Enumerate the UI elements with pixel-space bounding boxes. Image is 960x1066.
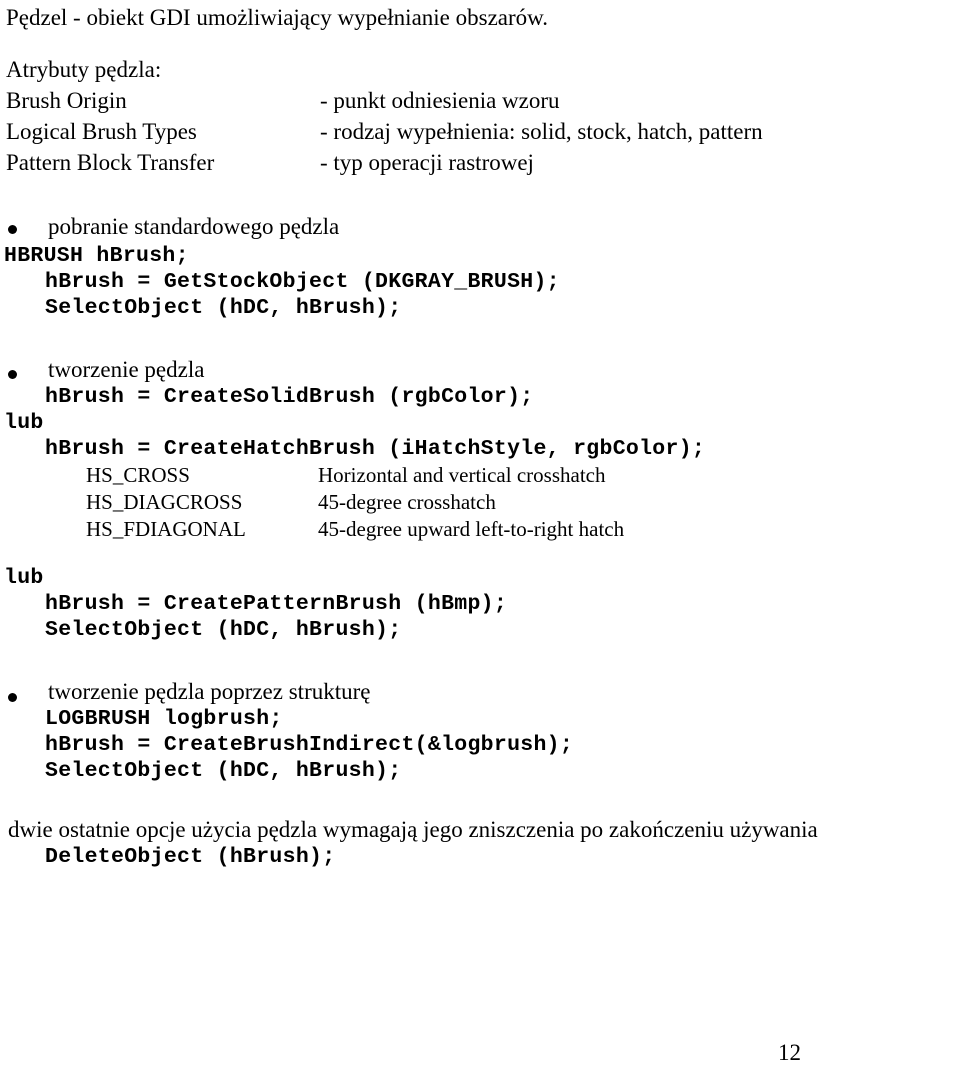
attribute-description-pattern-block-transfer: - typ operacji rastrowej xyxy=(320,150,534,175)
hatch-style-name-hs-fdiagonal: HS_FDIAGONAL xyxy=(86,517,246,541)
code-line-createbrushindirect: hBrush = CreateBrushIndirect(&logbrush); xyxy=(45,733,574,757)
keyword-lub-pattern: lub xyxy=(4,566,44,590)
code-line-deleteobject: DeleteObject (hBrush); xyxy=(45,845,336,869)
code-line-selectobject-indirect: SelectObject (hDC, hBrush); xyxy=(45,759,402,783)
bullet-label-create-brush: tworzenie pędzla xyxy=(48,357,205,382)
code-line-createhatchbrush: hBrush = CreateHatchBrush (iHatchStyle, … xyxy=(45,437,706,461)
page-number: 12 xyxy=(778,1040,801,1065)
bullet-point-icon xyxy=(8,693,17,702)
attribute-term-logical-brush-types: Logical Brush Types xyxy=(6,119,197,144)
code-line-createpatternbrush: hBrush = CreatePatternBrush (hBmp); xyxy=(45,592,508,616)
attribute-term-brush-origin: Brush Origin xyxy=(6,88,127,113)
bullet-point-icon xyxy=(8,370,17,379)
cleanup-note: dwie ostatnie opcje użycia pędzla wymaga… xyxy=(8,817,818,842)
slide-page: Pędzel - obiekt GDI umożliwiający wypełn… xyxy=(0,0,960,1066)
code-line-logbrush-declaration: LOGBRUSH logbrush; xyxy=(45,707,283,731)
keyword-lub-solid-hatch: lub xyxy=(4,411,44,435)
page-title: Pędzel - obiekt GDI umożliwiający wypełn… xyxy=(6,5,549,30)
hatch-style-name-hs-cross: HS_CROSS xyxy=(86,463,190,487)
hatch-style-description-hs-fdiagonal: 45-degree upward left-to-right hatch xyxy=(318,517,625,541)
code-line-selectobject-stock: SelectObject (hDC, hBrush); xyxy=(45,296,402,320)
attribute-term-pattern-block-transfer: Pattern Block Transfer xyxy=(6,150,215,175)
code-line-selectobject-pattern: SelectObject (hDC, hBrush); xyxy=(45,618,402,642)
attribute-description-brush-origin: - punkt odniesienia wzoru xyxy=(320,88,560,113)
bullet-label-create-brush-indirect: tworzenie pędzla poprzez strukturę xyxy=(48,679,371,704)
attribute-description-logical-brush-types: - rodzaj wypełnienia: solid, stock, hatc… xyxy=(320,119,763,144)
hatch-style-description-hs-diagcross: 45-degree crosshatch xyxy=(318,490,496,514)
bullet-point-icon xyxy=(8,225,17,234)
bullet-label-stock-brush: pobranie standardowego pędzla xyxy=(48,214,340,239)
hatch-style-name-hs-diagcross: HS_DIAGCROSS xyxy=(86,490,243,514)
code-line-createsolidbrush: hBrush = CreateSolidBrush (rgbColor); xyxy=(45,385,534,409)
code-line-hbrush-declaration: HBRUSH hBrush; xyxy=(4,244,189,268)
code-line-getstockobject: hBrush = GetStockObject (DKGRAY_BRUSH); xyxy=(45,270,560,294)
hatch-style-description-hs-cross: Horizontal and vertical crosshatch xyxy=(318,463,606,487)
attributes-heading: Atrybuty pędzla: xyxy=(6,57,162,82)
